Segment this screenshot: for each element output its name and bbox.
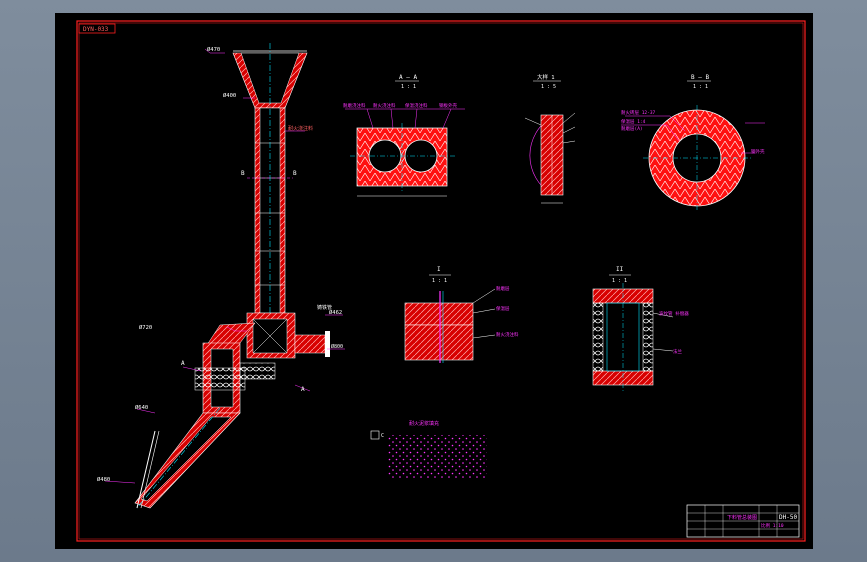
svg-text:II: II [616,266,624,273]
svg-text:钢板外壳: 钢板外壳 [439,102,457,109]
svg-text:钢外壳: 钢外壳 [751,148,765,155]
svg-text:B: B [293,170,297,177]
svg-text:波纹管 补偿器: 波纹管 补偿器 [659,310,689,317]
main-pipe-view: Ø470 Ø400 耐火浇注料 B B Ø720 Ø462 Ø800 铸铁管 Ø… [97,43,345,509]
cad-drawing: DYN-033 Ø470 Ø400 耐火浇注料 B B Ø720 Ø462 Ø8… [76,20,806,542]
svg-text:大样 1: 大样 1 [537,73,555,81]
detail-i-view: I 1 : 1 耐磨层 保温层 耐火浇注料 [404,266,519,363]
svg-text:耐火浇注料: 耐火浇注料 [496,331,519,338]
section-center-view: 大样 1 1 : 5 [524,73,576,204]
section-bb-view: B — B 1 : 1 耐火砖层 12-37 保温层 1:4 耐磨层(A) 钢外… [621,74,765,211]
svg-text:铸铁管: 铸铁管 [317,304,332,311]
svg-text:耐火浇注料: 耐火浇注料 [288,125,313,132]
svg-text:法兰: 法兰 [673,348,682,355]
svg-text:1 : 1: 1 : 1 [693,84,708,90]
svg-text:1 : 1: 1 : 1 [401,84,416,90]
svg-text:耐火浇注料: 耐火浇注料 [373,102,396,109]
svg-text:保温层 1:4: 保温层 1:4 [621,118,646,125]
svg-text:B: B [241,170,245,177]
svg-text:I: I [437,266,441,273]
svg-text:Ø640: Ø640 [135,404,148,411]
svg-text:耐火砖层 12-37: 耐火砖层 12-37 [621,109,656,116]
svg-text:下料管总装图: 下料管总装图 [727,514,757,521]
svg-text:DH-50: DH-50 [779,514,797,521]
cad-canvas[interactable]: DYN-033 Ø470 Ø400 耐火浇注料 B B Ø720 Ø462 Ø8… [55,13,813,549]
svg-text:Ø720: Ø720 [139,324,152,331]
section-aa-view: A — A 1 : 1 耐磨浇注料 耐火浇注料 保温浇注料 钢板外壳 [343,74,465,197]
detail-c-view: 耐火泥浆填充 C [370,420,487,479]
svg-text:保温层: 保温层 [496,305,510,312]
svg-text:Ø470: Ø470 [207,46,220,53]
svg-text:A: A [181,360,185,367]
svg-text:1 : 5: 1 : 5 [541,84,556,90]
svg-text:耐磨层(A): 耐磨层(A) [621,125,643,132]
svg-text:耐磨浇注料: 耐磨浇注料 [343,102,366,109]
svg-text:B — B: B — B [691,74,709,81]
title-block: 下料管总装图 DH-50 比例 1:10 [686,504,800,538]
svg-text:比例 1:10: 比例 1:10 [761,522,784,529]
svg-text:耐磨层: 耐磨层 [496,285,510,292]
svg-text:Ø400: Ø400 [223,92,236,99]
svg-text:A: A [301,386,305,393]
svg-text:1 : 1: 1 : 1 [432,278,447,284]
svg-text:C: C [381,433,384,439]
stamp-box: DYN-033 [78,23,116,34]
svg-text:保温浇注料: 保温浇注料 [405,102,428,109]
svg-text:1 : 1: 1 : 1 [612,278,627,284]
svg-text:DYN-033: DYN-033 [83,26,109,33]
svg-text:A — A: A — A [399,74,417,81]
svg-text:耐火泥浆填充: 耐火泥浆填充 [409,420,439,427]
svg-text:Ø480: Ø480 [97,476,110,483]
svg-text:Ø800: Ø800 [331,343,343,350]
detail-ii-view: II 1 : 1 波纹管 补偿器 法兰 [592,266,689,393]
